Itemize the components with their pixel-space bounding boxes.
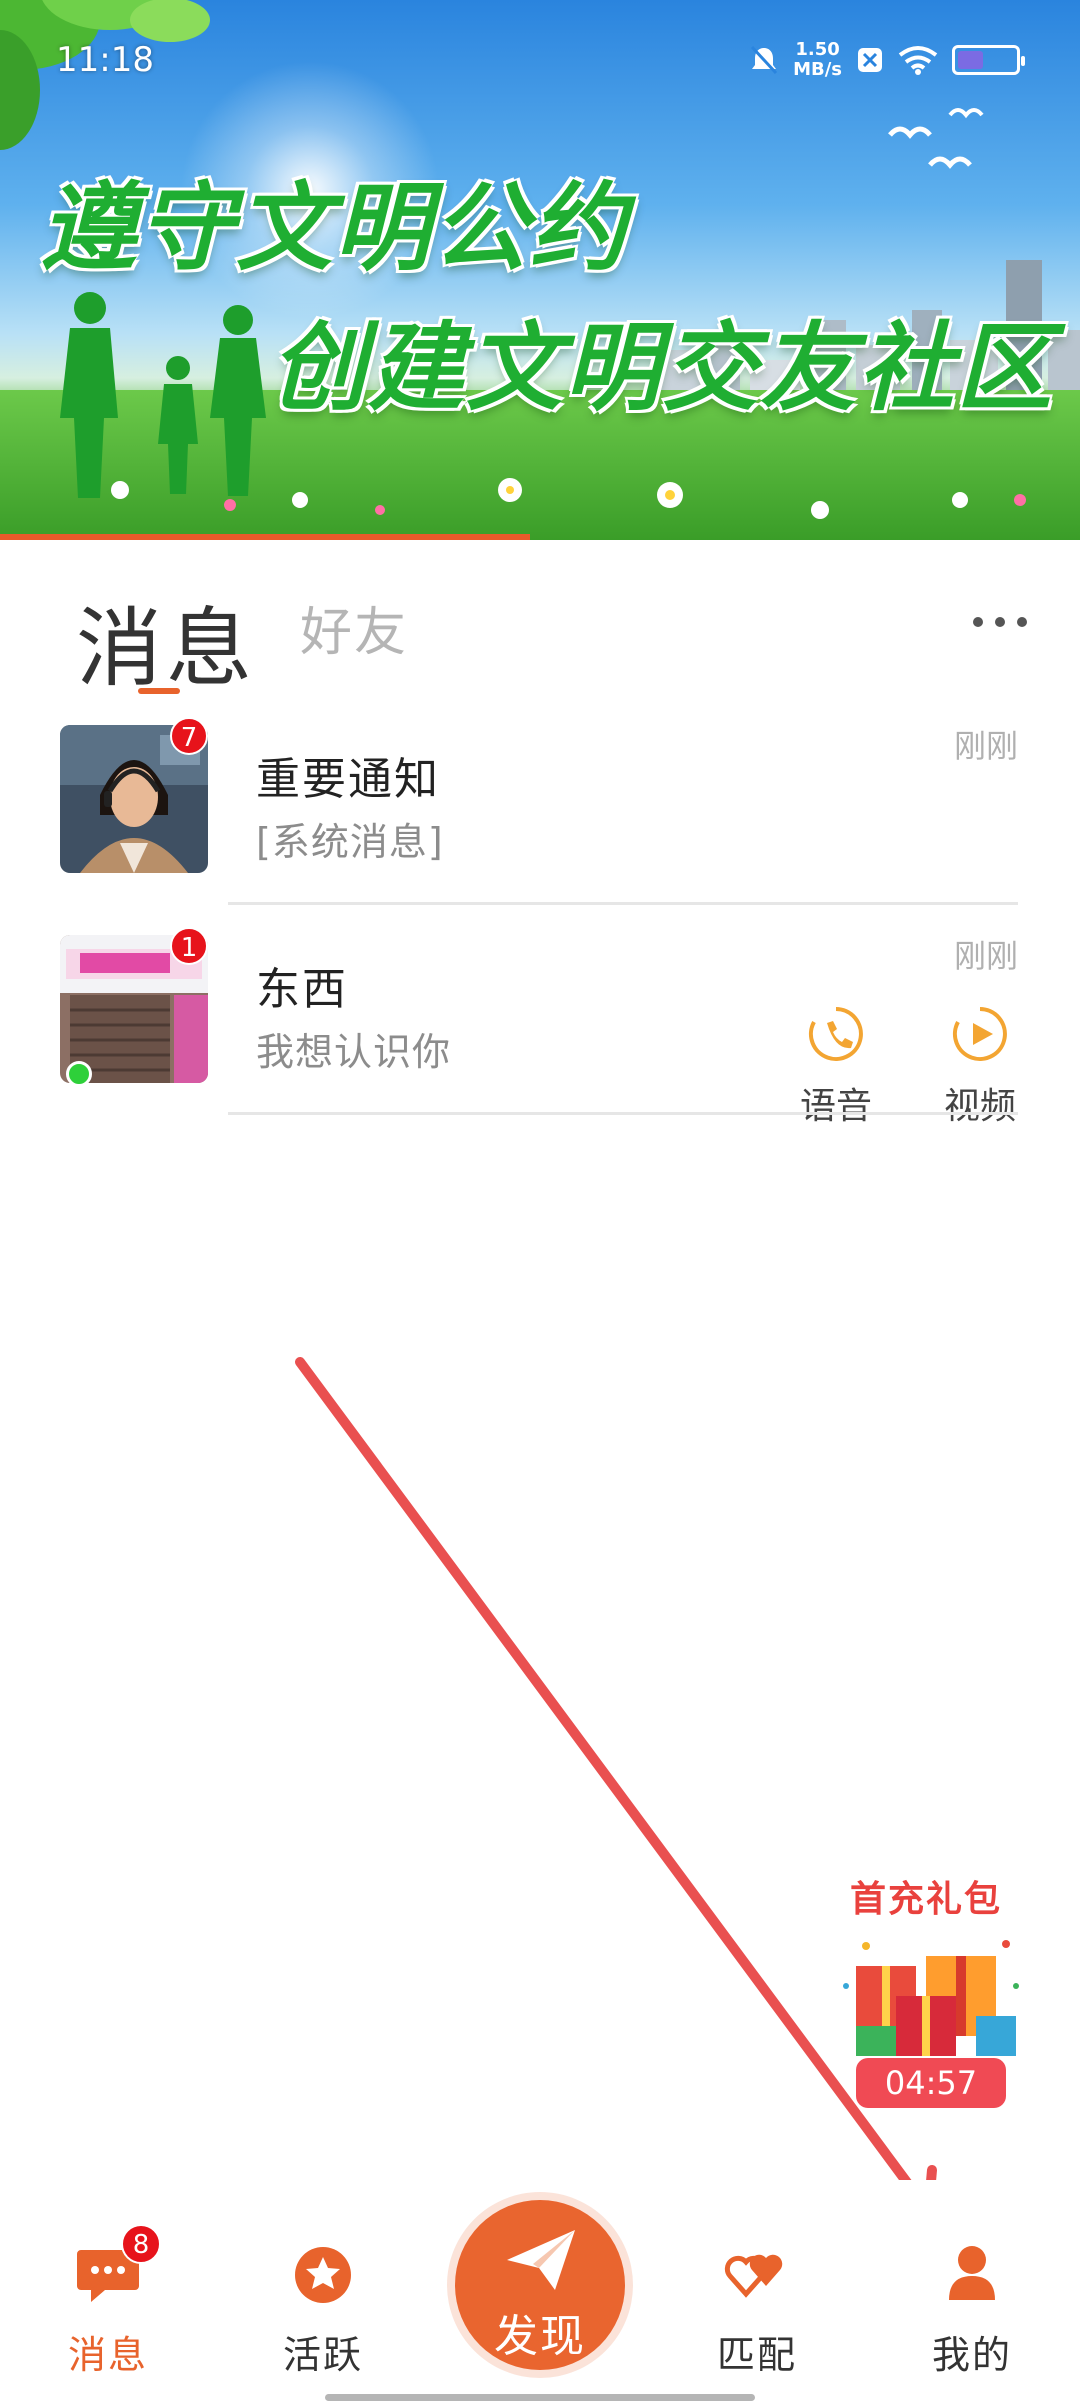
nav-active[interactable]: 活跃 (248, 2240, 398, 2379)
paper-plane-icon (507, 2230, 575, 2290)
nav-messages-badge: 8 (121, 2224, 161, 2264)
nav-discover-button[interactable]: 发现 (455, 2200, 625, 2370)
phone-icon (808, 1007, 863, 1061)
nav-discover-label: 发现 (494, 2311, 586, 2362)
nav-match[interactable]: 匹配 (682, 2240, 832, 2379)
gift-boxes-icon (843, 1940, 1019, 2056)
divider (228, 1112, 1018, 1115)
video-call-button[interactable]: 视频 (930, 1005, 1030, 1129)
mute-bell-icon (750, 45, 778, 75)
play-icon (952, 1007, 1007, 1061)
unread-badge: 7 (170, 717, 208, 755)
online-status-dot (66, 1061, 92, 1087)
flowers-decoration (111, 478, 1026, 519)
banner-ad[interactable]: 遵守文明公约 创建文明交友社区 11:18 1.50 MB/s (0, 0, 1080, 540)
home-indicator (325, 2394, 755, 2401)
wifi-icon (898, 46, 938, 75)
conversation-time: 刚刚 (953, 727, 1018, 765)
tab-friends[interactable]: 好友 (300, 590, 408, 665)
sim-off-icon (858, 48, 882, 72)
nav-messages[interactable]: 8 消息 (33, 2224, 183, 2379)
nav-messages-label: 消息 (67, 2333, 148, 2377)
conversation-time: 刚刚 (953, 937, 1018, 975)
banner-progress-bar (0, 534, 530, 540)
unread-badge: 1 (170, 927, 208, 965)
conversation-name: 重要通知 (256, 754, 440, 805)
network-speed: 1.50 MB/s (793, 40, 842, 80)
gift-pack-title: 首充礼包 (850, 1879, 1003, 1920)
leaves-decoration (0, 0, 210, 150)
network-speed-value: 1.50 (795, 39, 840, 60)
active-tab-indicator (138, 688, 180, 694)
battery-indicator (952, 45, 1025, 75)
hearts-icon (724, 2254, 783, 2298)
gift-countdown: 04:57 (856, 2058, 1006, 2108)
star-icon (295, 2247, 351, 2303)
voice-call-label: 语音 (799, 1086, 872, 1127)
network-speed-unit: MB/s (793, 59, 842, 80)
birds-decoration (888, 108, 984, 169)
nav-mine[interactable]: 我的 (897, 2240, 1047, 2379)
status-time: 11:18 (56, 40, 154, 80)
battery-fill (958, 51, 983, 69)
conversation-preview: 我想认识你 (256, 1030, 452, 1074)
first-recharge-gift-pack[interactable]: 首充礼包 04:57 (820, 1860, 1030, 2110)
nav-match-label: 匹配 (716, 2333, 797, 2377)
user-icon (949, 2246, 995, 2300)
voice-call-button[interactable]: 语音 (786, 1005, 886, 1129)
tab-messages[interactable]: 消息 (76, 578, 256, 703)
nav-active-label: 活跃 (282, 2333, 363, 2377)
conversation-item-dongxi[interactable]: 1 东西 我想认识你 刚刚 语音 视频 (0, 905, 1080, 1127)
banner-slogan-line2: 创建文明交友社区 (270, 311, 1054, 424)
conversation-preview: [系统消息] (256, 820, 444, 864)
banner-slogan-line1: 遵守文明公约 (40, 171, 628, 284)
message-tabs: 消息 好友 (0, 560, 1080, 700)
status-icons: 1.50 MB/s (749, 40, 1025, 80)
conversation-name: 东西 (256, 964, 348, 1015)
video-call-label: 视频 (943, 1086, 1016, 1127)
conversation-item-notice[interactable]: 7 重要通知 [系统消息] 刚刚 (0, 695, 1080, 905)
nav-mine-label: 我的 (931, 2333, 1012, 2377)
more-horizontal-icon[interactable] (970, 610, 1030, 634)
